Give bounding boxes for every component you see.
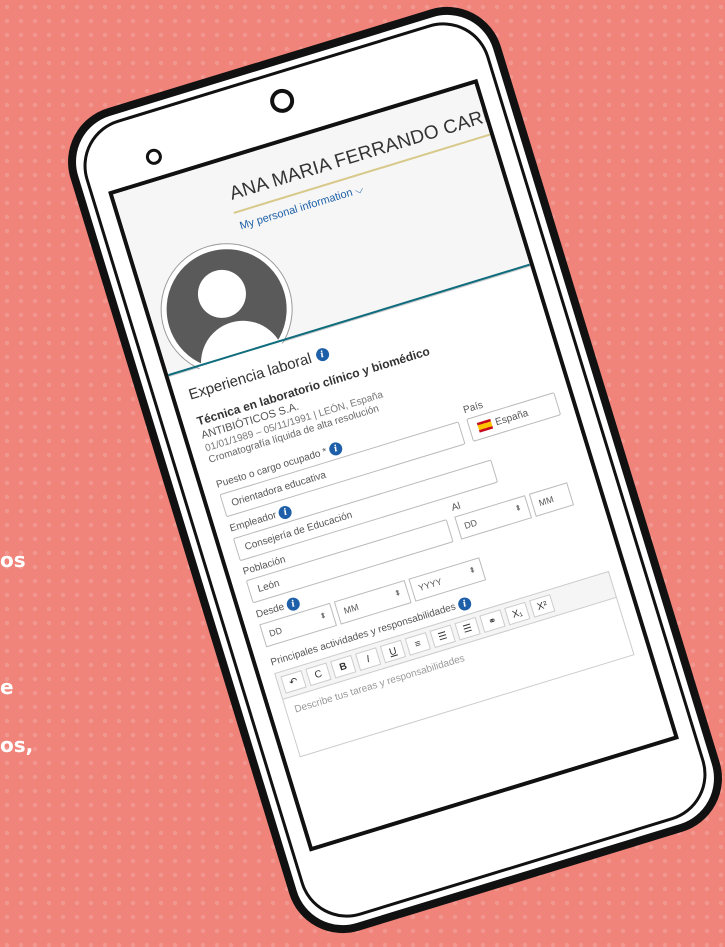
spain-flag-icon <box>476 419 494 433</box>
stepper-icon: ⬍ <box>467 564 477 576</box>
link-button[interactable]: ⚭ <box>479 609 506 633</box>
from-month-value: MM <box>342 601 360 616</box>
experience-section: Experiencia laboral i Técnica en laborat… <box>169 267 674 847</box>
to-month-value: MM <box>537 494 555 509</box>
stepper-icon: ⬍ <box>513 502 523 514</box>
bold-button[interactable]: B <box>330 654 357 679</box>
underline-button[interactable]: U <box>379 639 407 664</box>
info-icon[interactable]: i <box>456 595 473 613</box>
bullet-list-button[interactable]: ☰ <box>454 616 481 641</box>
side-text-1: os <box>0 548 26 572</box>
country-value: España <box>494 407 530 429</box>
italic-button[interactable]: I <box>354 647 382 671</box>
info-icon[interactable]: i <box>285 596 302 613</box>
from-day-value: DD <box>267 625 284 639</box>
from-year-value: YYYY <box>417 576 444 594</box>
info-icon[interactable]: i <box>277 504 294 521</box>
to-day-value: DD <box>462 517 479 531</box>
align-button[interactable]: ≡ <box>404 632 431 656</box>
info-icon[interactable]: i <box>327 440 344 457</box>
side-text-2: e <box>0 675 14 699</box>
phone-screen: ANA MARIA FERRANDO CARRETERO My personal… <box>108 78 679 852</box>
redo-button[interactable]: C <box>305 662 332 687</box>
undo-button[interactable]: ↶ <box>280 670 307 694</box>
phone-device: ANA MARIA FERRANDO CARRETERO My personal… <box>54 0 725 947</box>
avatar-head-icon <box>191 263 252 324</box>
subscript-button[interactable]: X₁ <box>504 601 531 626</box>
stepper-icon: ⬍ <box>318 610 328 622</box>
superscript-button[interactable]: X² <box>529 594 556 618</box>
ordered-list-button[interactable]: ☰ <box>429 624 456 649</box>
side-text-3: os, <box>0 733 34 757</box>
info-icon[interactable]: i <box>314 346 331 363</box>
stepper-icon: ⬍ <box>393 587 403 599</box>
